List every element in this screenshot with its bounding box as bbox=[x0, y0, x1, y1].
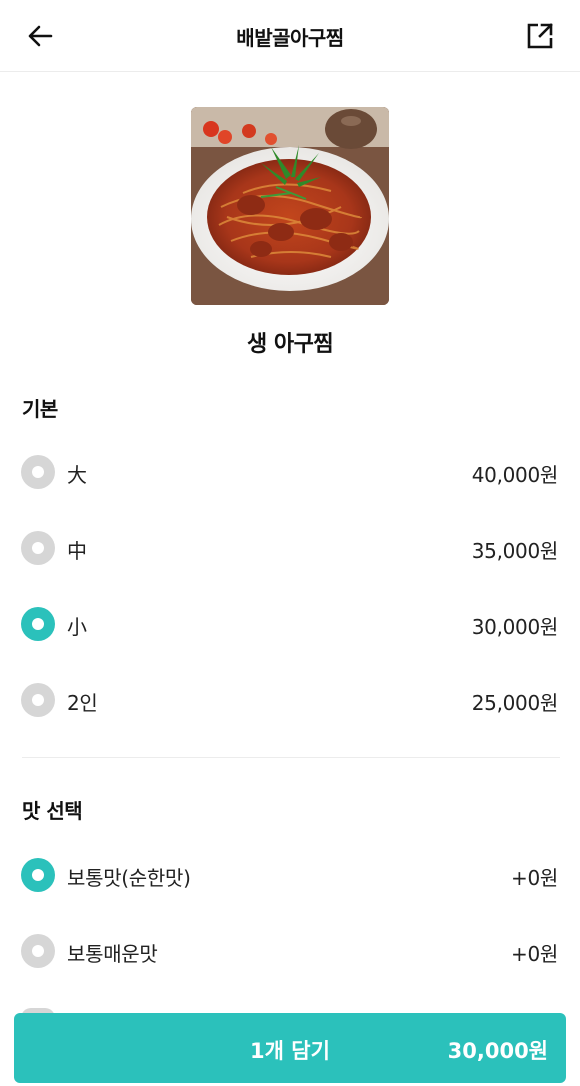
radio-unchecked-icon[interactable] bbox=[21, 455, 55, 489]
add-to-cart-button[interactable]: 1개 담기 30,000원 bbox=[14, 1013, 566, 1083]
product-image bbox=[191, 107, 389, 305]
page-title: 배밭골아구찜 bbox=[236, 26, 344, 50]
external-share-icon bbox=[527, 23, 553, 49]
section-title-taste: 맛 선택 bbox=[22, 799, 83, 823]
option-price: 35,000원 bbox=[471, 539, 559, 563]
option-taste-mild[interactable]: 보통맛(순한맛) +0원 bbox=[0, 846, 580, 906]
radio-unchecked-icon[interactable] bbox=[21, 683, 55, 717]
option-label: 보통매운맛 bbox=[67, 942, 158, 966]
option-label: 보통맛(순한맛) bbox=[67, 866, 191, 890]
option-price: 40,000원 bbox=[471, 463, 559, 487]
food-photo-illustration bbox=[191, 107, 389, 305]
option-label: 2인 bbox=[67, 691, 98, 715]
product-name: 생 아구찜 bbox=[246, 332, 334, 357]
header: 배밭골아구찜 bbox=[0, 0, 580, 72]
option-size-small[interactable]: 小 30,000원 bbox=[0, 595, 580, 655]
option-price: +0원 bbox=[511, 942, 558, 966]
option-price: 25,000원 bbox=[471, 691, 559, 715]
radio-checked-icon[interactable] bbox=[21, 858, 55, 892]
option-price: 30,000원 bbox=[471, 615, 559, 639]
option-label: 小 bbox=[67, 615, 87, 639]
radio-checked-icon[interactable] bbox=[21, 607, 55, 641]
option-label: 大 bbox=[67, 463, 87, 487]
option-size-medium[interactable]: 中 35,000원 bbox=[0, 519, 580, 579]
app-screen: 배밭골아구찜 생 아구찜 기본 大 40,000원 中 35,000원 小 30… bbox=[0, 0, 580, 1086]
add-to-cart-price: 30,000원 bbox=[447, 1039, 548, 1063]
share-button[interactable] bbox=[522, 18, 558, 54]
option-price: +0원 bbox=[511, 866, 558, 890]
radio-unchecked-icon[interactable] bbox=[21, 531, 55, 565]
option-size-large[interactable]: 大 40,000원 bbox=[0, 443, 580, 503]
section-divider bbox=[22, 757, 560, 758]
option-taste-medium-spicy[interactable]: 보통매운맛 +0원 bbox=[0, 922, 580, 982]
radio-unchecked-icon[interactable] bbox=[21, 934, 55, 968]
option-label: 中 bbox=[67, 539, 87, 563]
section-title-basic: 기본 bbox=[22, 397, 58, 421]
option-size-two-person[interactable]: 2인 25,000원 bbox=[0, 671, 580, 731]
